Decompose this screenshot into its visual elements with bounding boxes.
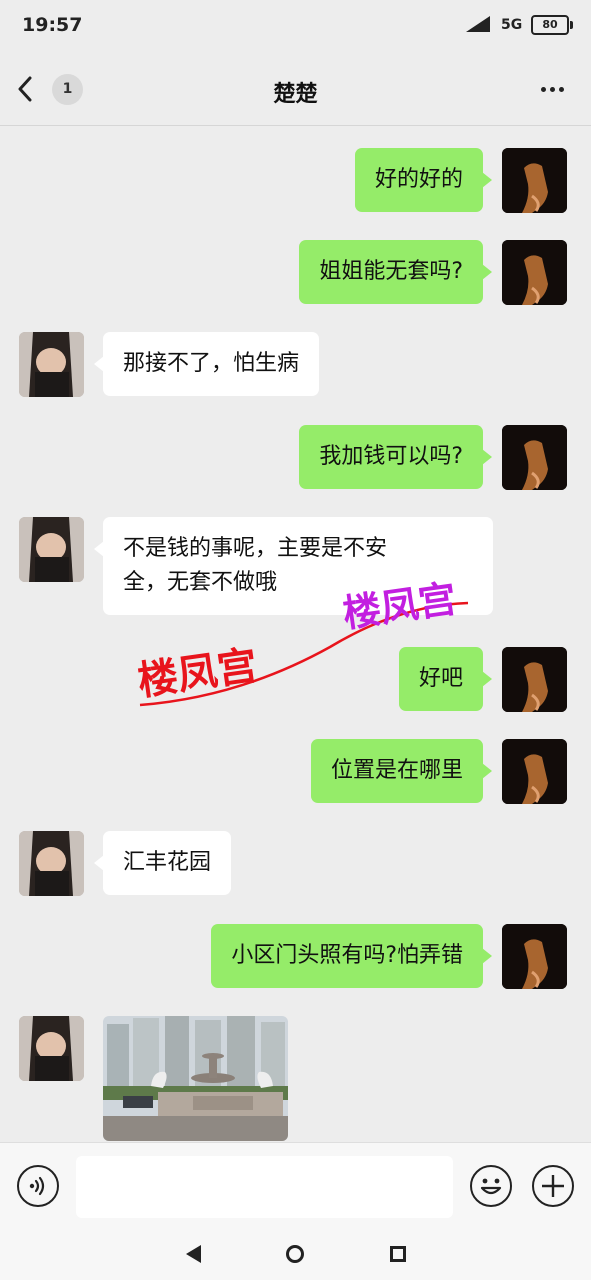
sent-message-bubble[interactable]: 我加钱可以吗?: [299, 425, 492, 489]
message-text: 好吧: [418, 666, 463, 691]
my-avatar[interactable]: [502, 240, 567, 305]
voice-button[interactable]: [17, 1165, 59, 1207]
contact-avatar[interactable]: [19, 332, 84, 397]
message-text: 位置是在哪里: [330, 758, 463, 783]
battery-icon: 80: [531, 15, 573, 35]
more-dot: [549, 86, 555, 92]
plus-button[interactable]: [532, 1165, 574, 1207]
message-text: 我加钱可以吗?: [319, 444, 463, 469]
input-bar: [0, 1142, 591, 1228]
message-row: 好吧: [0, 647, 591, 712]
system-home-button[interactable]: [286, 1245, 304, 1263]
contact-avatar[interactable]: [19, 1016, 84, 1081]
sent-message-bubble[interactable]: 位置是在哪里: [310, 739, 493, 803]
chat-title: 楚楚: [273, 82, 318, 107]
sent-message-bubble[interactable]: 好吧: [398, 647, 493, 711]
message-text: 姐姐能无套吗?: [319, 259, 463, 284]
chat-message-list[interactable]: 好的好的 姐姐能无套吗? 那接不了，怕生病 我加钱可以吗? 不是钱的事呢，主要是…: [0, 127, 591, 1142]
network-label: 5G: [501, 17, 523, 33]
contact-avatar[interactable]: [19, 517, 84, 582]
signal-icon: [466, 16, 490, 32]
message-row: [0, 1016, 591, 1142]
received-message-bubble[interactable]: 不是钱的事呢，主要是不安 全，无套不做哦: [94, 517, 493, 615]
message-input[interactable]: [76, 1156, 453, 1218]
my-avatar[interactable]: [502, 148, 567, 213]
more-button[interactable]: [532, 74, 572, 104]
emoji-icon: [480, 1178, 502, 1195]
message-text: 汇丰花园: [123, 850, 212, 875]
contact-avatar[interactable]: [19, 831, 84, 896]
message-row: 好的好的: [0, 148, 591, 213]
message-text: 那接不了，怕生病: [123, 351, 300, 376]
system-nav-bar: [0, 1228, 591, 1280]
message-row: 小区门头照有吗?怕弄错: [0, 924, 591, 989]
message-text-line: 不是钱的事呢，主要是不安: [123, 536, 388, 561]
plus-icon: [542, 1175, 564, 1197]
received-message-bubble[interactable]: 汇丰花园: [93, 831, 232, 895]
system-back-button[interactable]: [185, 1244, 203, 1264]
emoji-button[interactable]: [470, 1165, 512, 1207]
message-text: 小区门头照有吗?怕弄错: [231, 943, 463, 968]
my-avatar[interactable]: [502, 647, 567, 712]
image-message[interactable]: [103, 1016, 288, 1141]
my-avatar[interactable]: [502, 425, 567, 490]
my-avatar[interactable]: [502, 924, 567, 989]
message-text-line: 全，无套不做哦: [123, 570, 278, 595]
voice-icon: [29, 1176, 45, 1196]
message-row: 我加钱可以吗?: [0, 425, 591, 490]
battery-level: 80: [542, 18, 558, 31]
more-dot: [540, 86, 546, 92]
message-row: 位置是在哪里: [0, 739, 591, 804]
message-row: 不是钱的事呢，主要是不安 全，无套不做哦: [0, 517, 591, 621]
sent-message-bubble[interactable]: 姐姐能无套吗?: [299, 240, 492, 304]
message-row: 那接不了，怕生病: [0, 332, 591, 397]
system-recent-apps-button[interactable]: [390, 1246, 406, 1262]
message-row: 姐姐能无套吗?: [0, 240, 591, 305]
more-dot: [558, 86, 564, 92]
status-time: 19:57: [22, 14, 83, 36]
chat-header: 1 楚楚: [0, 52, 591, 126]
community-gate-photo: [103, 1016, 288, 1141]
sent-message-bubble[interactable]: 好的好的: [354, 148, 493, 212]
sent-message-bubble[interactable]: 小区门头照有吗?怕弄错: [211, 924, 492, 988]
received-message-bubble[interactable]: 那接不了，怕生病: [93, 332, 320, 396]
message-row: 汇丰花园: [0, 831, 591, 896]
message-text: 好的好的: [374, 167, 463, 192]
my-avatar[interactable]: [502, 739, 567, 804]
status-bar: 19:57 5G 80: [0, 0, 591, 52]
